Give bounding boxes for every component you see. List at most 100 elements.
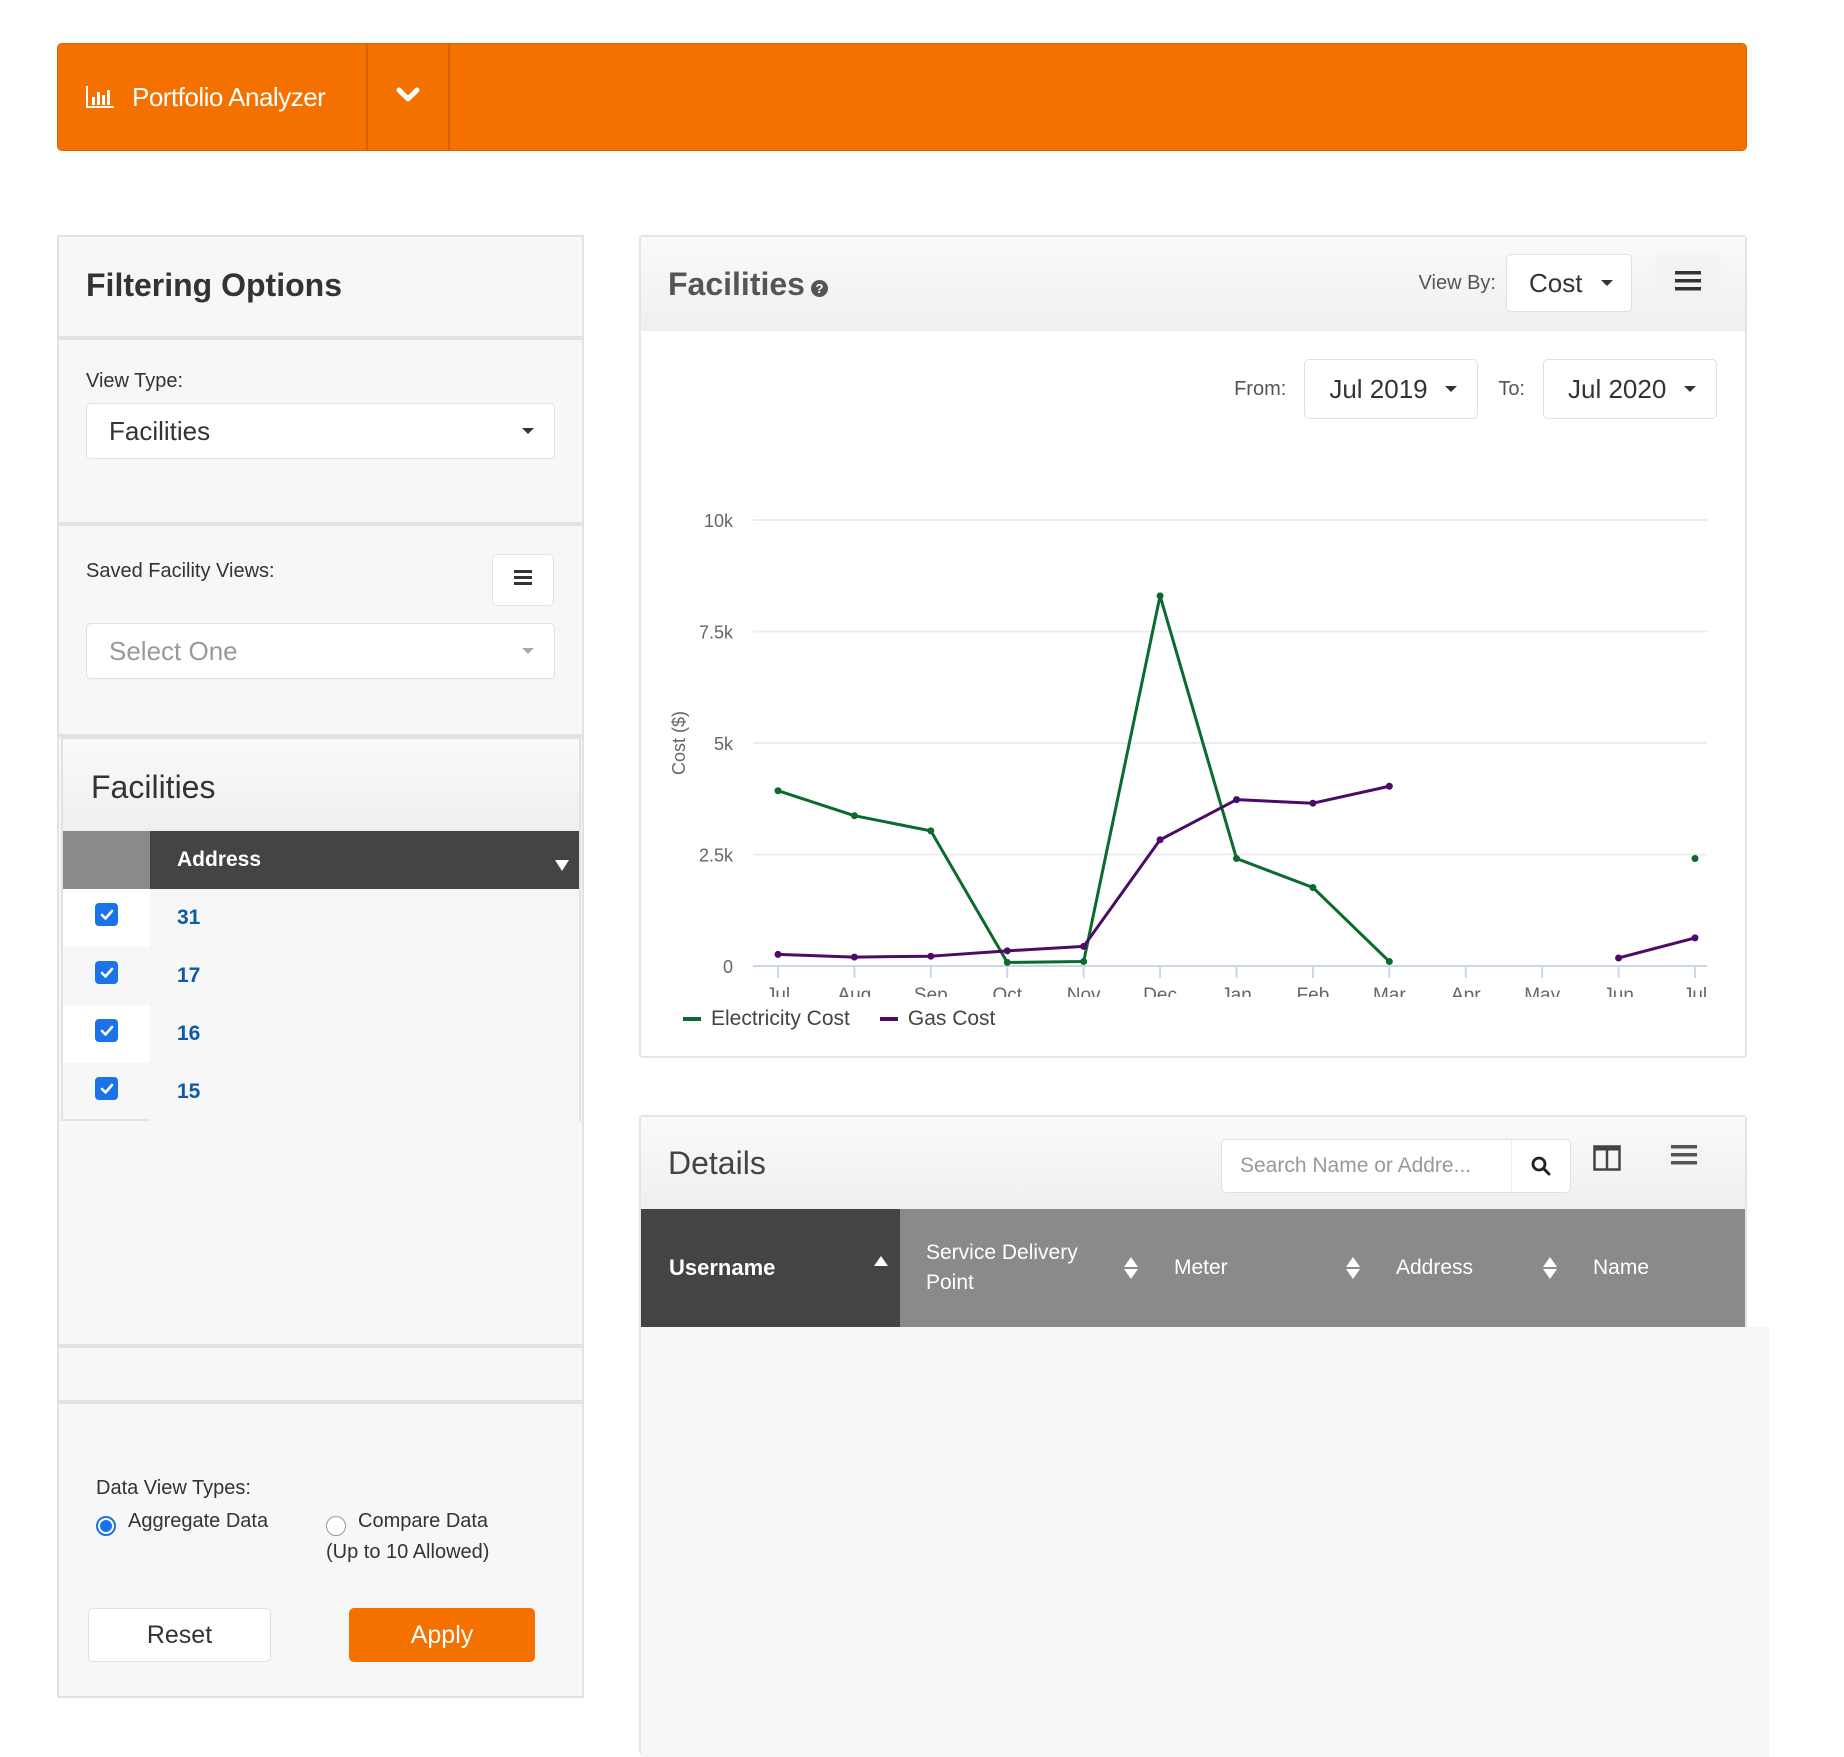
x-tick-label: Jun <box>1603 985 1634 997</box>
x-tick-label: Jan <box>1221 985 1252 997</box>
caret-down-icon <box>522 648 534 654</box>
hamburger-icon <box>514 570 532 590</box>
saved-views-section: Saved Facility Views: Select One <box>59 526 582 738</box>
facility-row[interactable]: 31 <box>63 889 579 947</box>
legend-swatch-gas <box>879 1017 898 1021</box>
saved-views-menu-button[interactable] <box>492 554 554 606</box>
x-tick-label: May <box>1524 985 1560 997</box>
data-point-electricity <box>1156 592 1164 600</box>
facility-checkbox-cell <box>63 947 150 1005</box>
data-view-types: Data View Types: Aggregate Data Compare … <box>96 1477 489 1564</box>
caret-down-icon <box>522 428 534 434</box>
view-type-label: View Type: <box>86 370 184 392</box>
details-panel: Details Username Service Delivery Point … <box>639 1115 1769 1757</box>
sort-icon <box>1124 1257 1138 1279</box>
facilities-table-header: Address <box>63 831 579 889</box>
data-point-gas <box>1233 796 1240 804</box>
x-tick-label: Oct <box>992 985 1022 997</box>
facilities-list: Facilities Address 31 17 16 15 <box>61 737 581 1121</box>
facility-row[interactable]: 16 <box>63 1005 579 1063</box>
legend-electricity-cost[interactable]: Electricity Cost <box>683 1007 850 1031</box>
columns-icon[interactable] <box>1593 1145 1621 1176</box>
radio-unselected-icon[interactable] <box>326 1516 346 1536</box>
hamburger-icon[interactable] <box>1671 1145 1697 1172</box>
check-icon <box>100 1083 113 1094</box>
details-search-input[interactable] <box>1222 1154 1511 1178</box>
column-header-meter[interactable]: Meter <box>1152 1209 1374 1327</box>
data-point-gas <box>774 950 782 958</box>
app-brand[interactable]: Portfolio Analyzer <box>58 44 368 150</box>
data-point-electricity <box>850 812 858 820</box>
radio-selected-icon[interactable] <box>96 1516 116 1536</box>
facility-checkbox-cell <box>63 1063 150 1121</box>
x-tick-label: Sep <box>914 985 948 997</box>
nav-toggle-button[interactable] <box>368 44 450 150</box>
column-label-address: Address <box>1396 1256 1474 1279</box>
compare-data-sublabel: (Up to 10 Allowed) <box>326 1541 490 1563</box>
sort-icon <box>1346 1257 1360 1279</box>
facility-checkbox[interactable] <box>95 961 118 984</box>
radio-aggregate-data[interactable]: Aggregate Data <box>96 1510 326 1564</box>
details-table-body <box>641 1327 1769 1757</box>
series-line-electricity <box>777 594 1391 964</box>
check-icon <box>100 1025 113 1036</box>
apply-button[interactable]: Apply <box>349 1608 535 1662</box>
check-icon <box>100 909 113 920</box>
facilities-list-title: Facilities <box>63 739 579 831</box>
chart-legend: Electricity Cost Gas Cost <box>683 1007 1025 1031</box>
y-tick-label: 5k <box>714 734 734 754</box>
x-tick-label: Nov <box>1067 985 1101 997</box>
facility-checkbox-cell <box>63 889 150 947</box>
data-point-gas <box>1156 836 1164 844</box>
column-label-name: Name <box>1593 1256 1650 1279</box>
app-header: Portfolio Analyzer <box>57 43 1747 151</box>
column-header-name[interactable]: Name <box>1571 1209 1745 1327</box>
data-point-gas <box>1003 947 1011 955</box>
section-divider <box>59 1400 582 1404</box>
facility-address[interactable]: 16 <box>150 1005 579 1063</box>
bar-chart-icon <box>86 86 114 108</box>
data-point-gas <box>1691 934 1699 942</box>
data-point-electricity <box>1385 958 1393 966</box>
series-line-gas <box>1618 936 1696 960</box>
search-icon[interactable] <box>1511 1140 1570 1192</box>
radio-compare-data[interactable]: Compare Data (Up to 10 Allowed) <box>326 1510 489 1564</box>
legend-gas-cost[interactable]: Gas Cost <box>879 1007 995 1031</box>
facility-address[interactable]: 31 <box>150 889 579 947</box>
check-icon <box>100 967 113 978</box>
facility-checkbox[interactable] <box>95 903 118 926</box>
data-point-electricity <box>774 787 782 795</box>
x-tick-label: Jul <box>766 985 790 997</box>
facilities-table-body: 31 17 16 15 <box>63 889 579 1121</box>
y-tick-label: 0 <box>723 957 733 977</box>
y-tick-label: 7.5k <box>699 623 734 643</box>
chevron-down-icon <box>396 87 420 108</box>
saved-views-label: Saved Facility Views: <box>86 560 275 582</box>
view-type-value: Facilities <box>109 415 211 446</box>
address-column-header[interactable]: Address <box>150 831 579 889</box>
facility-address[interactable]: 17 <box>150 947 579 1005</box>
data-point-gas <box>1080 942 1088 950</box>
facility-row[interactable]: 15 <box>63 1063 579 1121</box>
facility-address[interactable]: 15 <box>150 1063 579 1121</box>
saved-views-select[interactable]: Select One <box>86 623 555 679</box>
data-point-electricity <box>1691 855 1699 863</box>
data-point-gas <box>850 953 858 961</box>
x-tick-label: Feb <box>1297 985 1330 997</box>
y-tick-label: 10k <box>704 511 734 531</box>
column-header-username[interactable]: Username <box>641 1209 900 1327</box>
reset-button[interactable]: Reset <box>88 1608 271 1662</box>
data-point-electricity <box>927 827 935 835</box>
column-label-service-delivery-point: Service Delivery Point <box>926 1240 1078 1294</box>
facility-row[interactable]: 17 <box>63 947 579 1005</box>
filtering-options-title: Filtering Options <box>59 237 582 340</box>
facility-checkbox[interactable] <box>95 1019 118 1042</box>
facility-checkbox-cell <box>63 1005 150 1063</box>
column-header-service-delivery-point[interactable]: Service Delivery Point <box>900 1209 1152 1327</box>
facility-checkbox[interactable] <box>95 1077 118 1100</box>
x-tick-label: Jul <box>1683 985 1707 997</box>
facilities-chart-panel: Facilities ? View By: Cost From: Jul 201… <box>639 235 1747 1058</box>
column-header-address[interactable]: Address <box>1374 1209 1571 1327</box>
view-type-select[interactable]: Facilities <box>86 403 555 459</box>
section-divider <box>59 1344 582 1348</box>
